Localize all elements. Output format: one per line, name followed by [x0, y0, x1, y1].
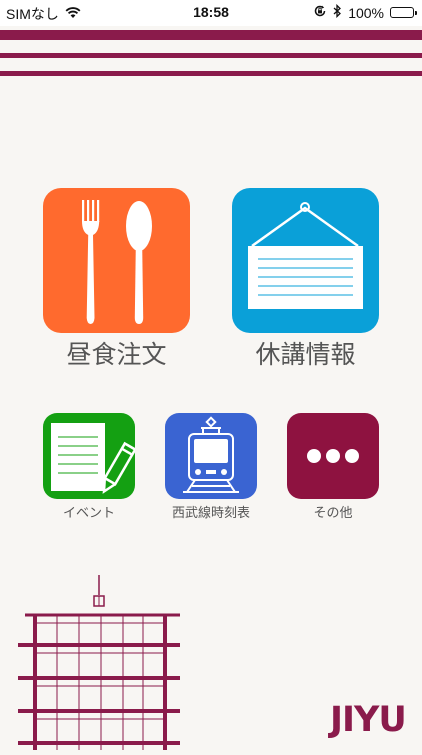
seibu-timetable-label: 西武線時刻表 — [171, 505, 250, 520]
status-bar: SIMなし 18:58 100% — [0, 0, 422, 26]
lunch-order-label: 昼食注文 — [66, 341, 167, 369]
notebook-pencil-icon — [51, 423, 135, 494]
jiyu-logo: JIYU — [330, 700, 407, 740]
bluetooth-icon — [333, 3, 342, 21]
more-dots-icon — [307, 449, 359, 463]
lunch-order-button[interactable] — [43, 188, 190, 333]
seibu-timetable-button[interactable] — [165, 413, 257, 499]
header-stripe — [0, 71, 422, 76]
header-stripe — [0, 30, 422, 40]
battery-icon — [390, 7, 417, 18]
status-right: 100% — [313, 3, 417, 21]
events-label: イベント — [62, 505, 115, 520]
rotation-lock-icon — [313, 4, 327, 21]
fork-spoon-icon — [82, 200, 152, 324]
header-stripe — [0, 53, 422, 58]
other-label: その他 — [313, 505, 353, 520]
class-cancellation-button[interactable] — [232, 188, 379, 333]
class-cancellation-label: 休講情報 — [255, 341, 356, 369]
campus-building-illustration — [15, 575, 185, 755]
train-icon — [183, 416, 239, 493]
events-button[interactable] — [43, 413, 135, 499]
notice-board-icon — [248, 202, 363, 309]
other-button[interactable] — [287, 413, 379, 499]
battery-percent: 100% — [348, 4, 384, 21]
